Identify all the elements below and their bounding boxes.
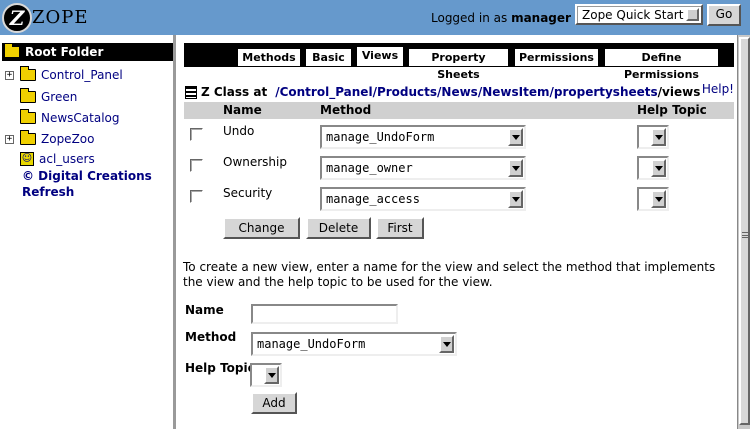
method-select[interactable]: manage_access: [320, 187, 526, 211]
copyright-link[interactable]: © Digital Creations: [22, 169, 152, 183]
folder-icon: [20, 109, 36, 124]
dropdown-arrow-icon[interactable]: [439, 335, 454, 353]
user-folder-icon: ☺: [20, 152, 34, 166]
breadcrumb-control-panel[interactable]: /Control_Panel: [275, 85, 372, 99]
dropdown-arrow-icon[interactable]: [651, 159, 666, 177]
tree-item-label[interactable]: Green: [41, 90, 77, 104]
dropdown-arrow-icon[interactable]: [508, 159, 523, 177]
refresh-link[interactable]: Refresh: [22, 185, 74, 199]
help-topic-label: Help Topic: [185, 361, 255, 375]
new-view-help-topic-select[interactable]: [250, 363, 282, 387]
tab-define-permissions[interactable]: Define Permissions: [604, 48, 719, 81]
breadcrumb: Z Class at /Control_Panel/Products/News /…: [185, 83, 735, 101]
login-status: Logged in as manager: [431, 11, 571, 25]
folder-icon: [20, 66, 36, 81]
table-row: Ownership manage_owner: [184, 154, 734, 183]
folder-icon: [20, 130, 36, 145]
help-topic-select[interactable]: [637, 156, 669, 180]
row-checkbox[interactable]: [190, 190, 203, 203]
view-name: Undo: [223, 124, 255, 138]
dropdown-arrow-icon[interactable]: [651, 128, 666, 146]
expand-icon[interactable]: +: [5, 70, 14, 80]
method-value: manage_owner: [326, 161, 413, 175]
tree-item-zopezoo[interactable]: + ZopeZoo: [5, 130, 94, 147]
help-topic-select[interactable]: [637, 187, 669, 211]
help-topic-select[interactable]: [637, 125, 669, 149]
scrollbar-grip-icon: [742, 232, 749, 238]
method-select[interactable]: manage_owner: [320, 156, 526, 180]
tree-item-label[interactable]: acl_users: [39, 152, 95, 166]
method-label: Method: [185, 330, 237, 344]
tab-views[interactable]: Views: [356, 46, 404, 66]
change-button[interactable]: Change: [223, 217, 300, 239]
tab-basic[interactable]: Basic: [305, 48, 352, 66]
delete-button[interactable]: Delete: [306, 217, 371, 239]
dropdown-arrow-icon[interactable]: [508, 128, 523, 146]
tab-permissions[interactable]: Permissions: [514, 48, 599, 66]
breadcrumb-newsitem[interactable]: /NewsItem: [478, 85, 550, 99]
main-content-frame: Methods Basic Views Property Sheets Perm…: [181, 35, 737, 429]
zope-logo-text: ZOPE: [32, 7, 89, 28]
tab-property-sheets[interactable]: Property Sheets: [408, 48, 509, 81]
tree-root-label: Root Folder: [25, 45, 104, 59]
dropdown-arrow-icon[interactable]: [264, 366, 279, 384]
help-link[interactable]: Help!: [702, 82, 734, 96]
folder-icon: [20, 88, 36, 103]
expand-icon[interactable]: +: [5, 134, 14, 144]
tree-item-label[interactable]: NewsCatalog: [41, 111, 120, 125]
tree-item-label[interactable]: Control_Panel: [41, 68, 123, 82]
tree-item-control-panel[interactable]: + Control_Panel: [5, 66, 123, 83]
navigation-tree-frame: Root Folder + Control_Panel Green NewsCa…: [0, 35, 176, 429]
header-help-topic: Help Topic: [637, 103, 707, 117]
method-value: manage_access: [326, 192, 420, 206]
tree-root-folder[interactable]: Root Folder: [2, 43, 173, 61]
new-view-name-field[interactable]: [251, 304, 398, 324]
dropdown-arrow-icon[interactable]: [508, 190, 523, 208]
quick-start-value: Zope Quick Start: [582, 8, 684, 22]
logged-in-prefix: Logged in as: [431, 11, 508, 25]
method-select[interactable]: manage_UndoForm: [320, 125, 526, 149]
add-button[interactable]: Add: [251, 392, 297, 414]
tree-item-label[interactable]: ZopeZoo: [41, 132, 94, 146]
new-view-instructions: To create a new view, enter a name for t…: [183, 260, 716, 289]
row-checkbox[interactable]: [190, 159, 203, 172]
method-value: manage_UndoForm: [326, 130, 435, 144]
zope-logo-icon: Z: [2, 2, 32, 33]
header-method: Method: [320, 103, 372, 117]
dropdown-arrow-icon[interactable]: [686, 8, 699, 21]
tree-item-newscatalog[interactable]: NewsCatalog: [5, 109, 120, 126]
go-button[interactable]: Go: [707, 4, 741, 26]
tree-item-green[interactable]: Green: [5, 88, 77, 105]
table-row: Undo manage_UndoForm: [184, 123, 734, 152]
dropdown-arrow-icon[interactable]: [651, 190, 666, 208]
username: manager: [511, 11, 571, 25]
zope-logo: Z ZOPE: [2, 2, 89, 33]
quick-start-select[interactable]: Zope Quick Start: [575, 4, 703, 25]
row-checkbox[interactable]: [190, 128, 203, 141]
tree-item-acl-users[interactable]: ☺ acl_users: [5, 151, 95, 167]
view-name: Ownership: [223, 155, 287, 169]
first-button[interactable]: First: [376, 217, 424, 239]
folder-icon: [4, 43, 20, 58]
scrollbar-thumb[interactable]: [739, 37, 750, 425]
breadcrumb-propertysheets[interactable]: /propertysheets: [549, 85, 657, 99]
view-name: Security: [223, 186, 273, 200]
views-table-header: Name Method Help Topic: [184, 102, 734, 119]
new-view-method-select[interactable]: manage_UndoForm: [251, 332, 457, 356]
tab-methods[interactable]: Methods: [237, 48, 301, 66]
top-bar: Z ZOPE Logged in as manager Zope Quick S…: [0, 0, 750, 35]
header-name: Name: [223, 103, 262, 117]
vertical-scrollbar[interactable]: [737, 35, 750, 429]
breadcrumb-products[interactable]: /Products: [373, 85, 437, 99]
zclass-icon: [185, 85, 197, 99]
breadcrumb-prefix: Z Class at: [201, 85, 268, 99]
name-label: Name: [185, 303, 224, 317]
breadcrumb-news[interactable]: /News: [437, 85, 478, 99]
new-view-method-value: manage_UndoForm: [257, 337, 366, 351]
breadcrumb-views: /views: [657, 85, 701, 99]
table-row: Security manage_access: [184, 185, 734, 214]
